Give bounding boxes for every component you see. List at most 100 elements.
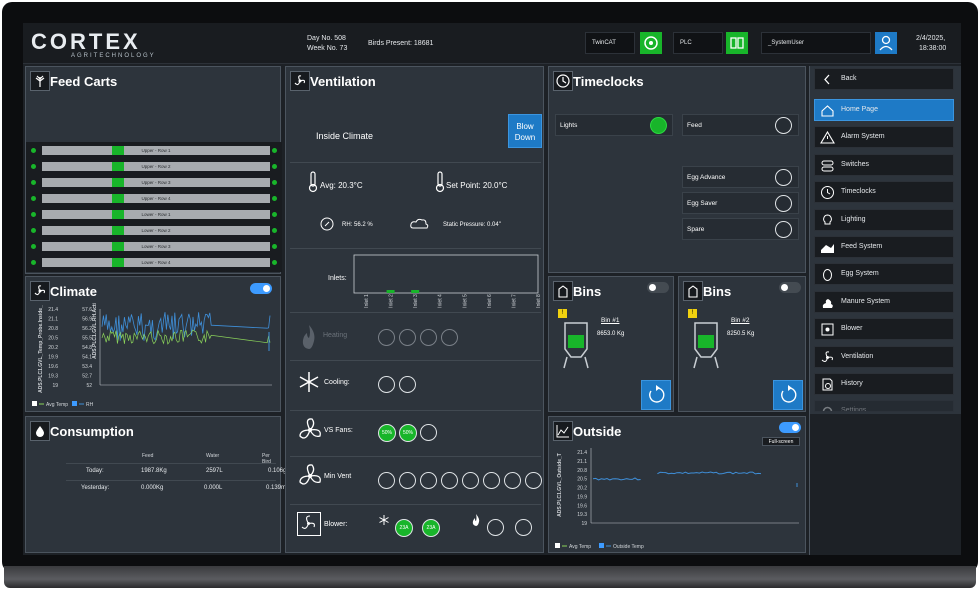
timeclock-status-indicator[interactable] bbox=[775, 117, 792, 134]
row-status-dot bbox=[31, 180, 36, 185]
snowflake-small-icon bbox=[378, 513, 390, 531]
sidebar-item-lighting[interactable]: Lighting bbox=[814, 208, 954, 231]
vs-fan-2-badge[interactable]: 50% bbox=[399, 424, 417, 442]
heat-blower-indicator[interactable] bbox=[515, 519, 532, 536]
divider bbox=[290, 360, 541, 361]
feed-cart-row[interactable]: Upper - Row 3 bbox=[42, 178, 270, 187]
sidebar-item-switches[interactable]: Switches bbox=[814, 153, 954, 176]
sidebar-item-manure-system[interactable]: Manure System bbox=[814, 290, 954, 313]
cooling-indicator[interactable] bbox=[399, 376, 416, 393]
blower-2-badge[interactable]: 23A bbox=[422, 519, 440, 537]
user-icon[interactable] bbox=[875, 32, 897, 54]
timeclock-status-indicator[interactable] bbox=[775, 221, 792, 238]
min-vent-indicator[interactable] bbox=[504, 472, 521, 489]
sidebar-item-ventilation[interactable]: Ventilation bbox=[814, 345, 954, 368]
feed-cart-row[interactable]: Lower - Row 3 bbox=[42, 242, 270, 251]
timeclock-item[interactable]: Spare bbox=[682, 218, 799, 240]
timeclock-status-indicator[interactable] bbox=[775, 195, 792, 212]
sidebar-item-timeclocks[interactable]: Timeclocks bbox=[814, 181, 954, 204]
feed-cart-row[interactable]: Lower - Row 1 bbox=[42, 210, 270, 219]
sidebar-item-history[interactable]: History bbox=[814, 373, 954, 395]
set-point: Set Point: 20.0°C bbox=[446, 181, 508, 190]
sidebar-item-label: Home Page bbox=[841, 106, 878, 113]
inlets-chart-frame bbox=[353, 254, 539, 294]
feed-cart-row[interactable]: Upper - Row 4 bbox=[42, 194, 270, 203]
blow-down-button[interactable]: Blow Down bbox=[508, 114, 542, 148]
bin-fill-level bbox=[568, 335, 584, 348]
sidebar-item-label: Blower bbox=[841, 325, 863, 333]
min-vent-indicator[interactable] bbox=[525, 472, 542, 489]
sidebar-item-label: Ventilation bbox=[841, 352, 874, 360]
timeclock-item[interactable]: Lights bbox=[555, 114, 673, 136]
min-vent-indicator[interactable] bbox=[462, 472, 479, 489]
sidebar-item-alarm-system[interactable]: Alarm System bbox=[814, 126, 954, 149]
feed-cart-row-label: Upper - Row 4 bbox=[141, 196, 171, 201]
row-status-dot bbox=[272, 180, 277, 185]
refresh-button[interactable] bbox=[773, 380, 803, 410]
climate-left-tick: 19.9 bbox=[48, 355, 58, 361]
brand-logo: CORTEX AGRITECHNOLOGY bbox=[31, 29, 156, 59]
feed-cart-row[interactable]: Upper - Row 2 bbox=[42, 162, 270, 171]
min-vent-indicator[interactable] bbox=[441, 472, 458, 489]
consumption-table: Feed Water Per Bird Today: 1987.8Kg 2597… bbox=[46, 447, 287, 527]
history-icon bbox=[820, 377, 835, 392]
twincat-gear-icon[interactable] bbox=[640, 32, 662, 54]
flame-icon bbox=[298, 323, 320, 356]
manure-system-icon bbox=[820, 295, 835, 310]
feed-cart-row[interactable]: Lower - Row 2 bbox=[42, 226, 270, 235]
min-vent-indicator[interactable] bbox=[420, 472, 437, 489]
inlet-tick-label: Inlet 3 bbox=[413, 294, 419, 308]
climate-left-tick: 20.2 bbox=[48, 345, 58, 351]
timeclock-label: Egg Advance bbox=[687, 174, 726, 181]
min-vent-indicator[interactable] bbox=[378, 472, 395, 489]
feed-cart-row[interactable]: Upper - Row 1 bbox=[42, 146, 270, 155]
heater-indicator[interactable] bbox=[378, 329, 395, 346]
row-status-dot bbox=[272, 260, 277, 265]
timeclock-item[interactable]: Egg Saver bbox=[682, 192, 799, 214]
climate-left-tick: 21.1 bbox=[48, 317, 58, 323]
feed-cart-row-label: Upper - Row 1 bbox=[141, 148, 171, 153]
timeclock-status-indicator[interactable] bbox=[650, 117, 667, 134]
timeclock-status-indicator[interactable] bbox=[775, 169, 792, 186]
bin-toggle[interactable] bbox=[647, 282, 669, 293]
timeclock-item[interactable]: Feed bbox=[682, 114, 799, 136]
heat-blower-indicator[interactable] bbox=[487, 519, 504, 536]
heater-indicator[interactable] bbox=[399, 329, 416, 346]
feed-cart-row[interactable]: Lower - Row 4 bbox=[42, 258, 270, 267]
sidebar-item-blower[interactable]: Blower bbox=[814, 318, 954, 341]
plc-module-icon[interactable] bbox=[726, 32, 748, 54]
cooling-indicator[interactable] bbox=[378, 376, 395, 393]
settings-icon bbox=[820, 404, 835, 412]
refresh-button[interactable] bbox=[641, 380, 671, 410]
sidebar-item-feed-system[interactable]: Feed System bbox=[814, 236, 954, 258]
climate-left-tick: 21.4 bbox=[48, 307, 58, 313]
heater-indicator[interactable] bbox=[420, 329, 437, 346]
row-status-dot bbox=[272, 228, 277, 233]
sidebar-item-label: Lighting bbox=[841, 215, 866, 223]
blower-1-badge[interactable]: 23A bbox=[395, 519, 413, 537]
cart-position-marker bbox=[112, 162, 124, 171]
inlets-label: Inlets: bbox=[328, 275, 347, 282]
vs-fan-1-badge[interactable]: 50% bbox=[378, 424, 396, 442]
timeclock-item[interactable]: Egg Advance bbox=[682, 166, 799, 188]
sidebar-item-egg-system[interactable]: Egg System bbox=[814, 263, 954, 286]
current-time: 18:38:00 bbox=[919, 45, 947, 52]
vs-fan-indicator[interactable] bbox=[420, 424, 437, 441]
wheat-icon bbox=[30, 71, 50, 91]
divider bbox=[290, 162, 541, 163]
row-status-dot bbox=[31, 260, 36, 265]
sidebar-item-home-page[interactable]: Home Page bbox=[814, 99, 954, 121]
row-status-dot bbox=[31, 148, 36, 153]
back-button[interactable]: Back bbox=[814, 68, 954, 90]
climate-right-tick: 54.1 bbox=[82, 355, 92, 361]
min-vent-indicator[interactable] bbox=[399, 472, 416, 489]
feed-cart-row-label: Upper - Row 2 bbox=[141, 164, 171, 169]
heater-indicator[interactable] bbox=[441, 329, 458, 346]
bin-toggle[interactable] bbox=[779, 282, 801, 293]
inlet-bar bbox=[386, 290, 395, 293]
sidebar-item-settings[interactable]: Settings bbox=[814, 400, 954, 413]
sidebar-item-label: Settings bbox=[841, 407, 867, 413]
bin-fill-level bbox=[698, 335, 714, 348]
min-vent-indicator[interactable] bbox=[483, 472, 500, 489]
climate-left-axis-label: ADS.PLC1.GVL_Temp_Probe.Inside_ bbox=[38, 305, 44, 393]
